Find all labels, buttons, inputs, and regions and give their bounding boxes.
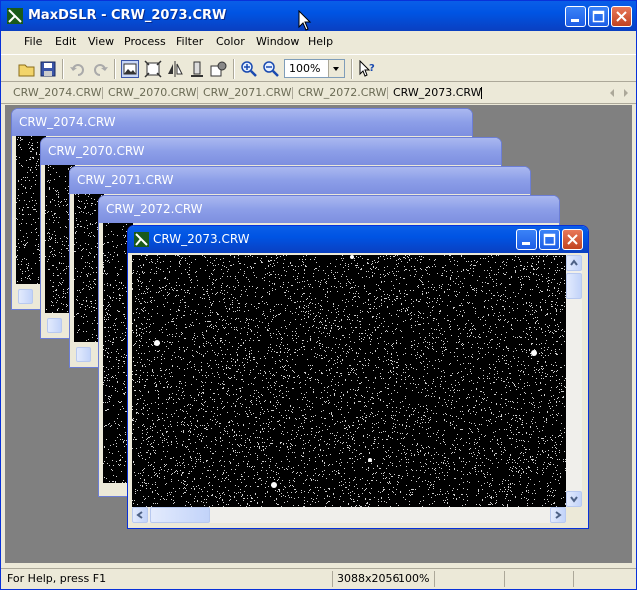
menu-color[interactable]: Color — [216, 35, 245, 48]
child-title-bar[interactable]: CRW_2074.CRW — [12, 109, 472, 136]
window-title: MaxDSLR - CRW_2073.CRW — [28, 8, 227, 23]
toolbar-separator — [351, 59, 353, 79]
star-field-image — [132, 255, 566, 507]
context-help-icon[interactable]: ? — [358, 60, 376, 78]
toolbar-separator — [62, 59, 64, 79]
title-bar[interactable]: MaxDSLR - CRW_2073.CRW — [1, 1, 636, 31]
mdi-client-area: CRW_2074.CRW CRW_2070.CRW CRW_2071.CRW C… — [5, 105, 632, 563]
zoom-out-icon[interactable] — [262, 60, 280, 78]
close-icon — [567, 234, 578, 245]
save-icon[interactable] — [39, 60, 57, 78]
tab-crw-2071[interactable]: CRW_2071.CRW — [203, 86, 292, 99]
child-title-bar[interactable]: CRW_2073.CRW — [128, 226, 588, 253]
minimize-icon — [522, 242, 530, 245]
status-zoom: 100% — [398, 572, 430, 585]
tab-crw-2072[interactable]: CRW_2072.CRW — [298, 86, 387, 99]
scroll-left-button[interactable] — [18, 289, 33, 304]
status-help-text: For Help, press F1 — [7, 572, 107, 585]
tab-divider — [292, 87, 293, 99]
scroll-left-button[interactable] — [47, 318, 62, 333]
scroll-down-button[interactable] — [566, 491, 582, 507]
child-title-bar[interactable]: CRW_2071.CRW — [70, 167, 530, 194]
close-button[interactable] — [611, 6, 632, 27]
toolbar: 100% ? — [1, 54, 636, 82]
chevron-right-icon — [555, 511, 562, 519]
tab-crw-2074[interactable]: CRW_2074.CRW — [13, 86, 102, 99]
chevron-up-icon — [570, 259, 578, 266]
zoom-select[interactable]: 100% — [284, 59, 345, 78]
status-bar: For Help, press F1 3088x2056 100% — [1, 568, 636, 589]
main-window: MaxDSLR - CRW_2073.CRW File Edit View Pr… — [0, 0, 637, 590]
scroll-right-button[interactable] — [550, 507, 566, 523]
status-separator — [434, 571, 435, 587]
maximize-button[interactable] — [588, 6, 609, 27]
tab-divider — [102, 87, 103, 99]
svg-text:?: ? — [369, 63, 375, 74]
tab-crw-2070[interactable]: CRW_2070.CRW — [108, 86, 197, 99]
redo-icon[interactable] — [91, 60, 109, 78]
zoom-value: 100% — [289, 62, 321, 75]
status-separator — [573, 571, 574, 587]
zoom-dropdown-button[interactable] — [328, 60, 344, 77]
menu-edit[interactable]: Edit — [55, 35, 76, 48]
scroll-left-button[interactable] — [132, 507, 148, 523]
menu-process[interactable]: Process — [124, 35, 166, 48]
horizontal-scroll-thumb[interactable] — [150, 507, 210, 523]
scroll-up-button[interactable] — [566, 255, 582, 271]
status-separator — [332, 571, 333, 587]
child-close-button[interactable] — [562, 229, 583, 250]
status-separator — [504, 571, 505, 587]
flip-icon[interactable] — [166, 60, 184, 78]
minimize-button[interactable] — [565, 6, 586, 27]
tab-divider — [481, 87, 482, 99]
vertical-scroll-thumb[interactable] — [566, 273, 582, 299]
menu-help[interactable]: Help — [308, 35, 333, 48]
menu-bar: File Edit View Process Filter Color Wind… — [1, 31, 636, 53]
vertical-scrollbar[interactable] — [566, 255, 582, 507]
size-grip[interactable] — [566, 507, 582, 523]
document-icon — [134, 232, 149, 247]
undo-icon[interactable] — [69, 60, 87, 78]
document-tab-bar: CRW_2074.CRW CRW_2070.CRW CRW_2071.CRW C… — [1, 83, 636, 104]
child-title-bar[interactable]: CRW_2072.CRW — [99, 196, 559, 223]
horizontal-scrollbar[interactable] — [132, 507, 566, 523]
tab-scroll-arrows-icon[interactable] — [608, 88, 632, 98]
toolbar-separator — [114, 59, 116, 79]
child-title-bar[interactable]: CRW_2070.CRW — [41, 138, 501, 165]
maxdslr-app-icon — [7, 8, 23, 24]
toolbar-separator — [233, 59, 235, 79]
child-window-title: CRW_2071.CRW — [77, 173, 174, 187]
child-window-title: CRW_2072.CRW — [106, 202, 203, 216]
image-view-icon[interactable] — [121, 60, 139, 78]
scroll-left-button[interactable] — [76, 347, 91, 362]
fit-icon[interactable] — [144, 60, 162, 78]
tab-divider — [387, 87, 388, 99]
zoom-in-icon[interactable] — [240, 60, 258, 78]
minimize-icon — [571, 19, 579, 22]
child-window-crw-2073[interactable]: CRW_2073.CRW — [127, 225, 589, 529]
child-window-title: CRW_2074.CRW — [19, 115, 116, 129]
open-icon[interactable] — [18, 60, 36, 78]
chevron-down-icon — [333, 67, 339, 71]
mouse-pointer-icon — [298, 10, 312, 31]
chevron-down-icon — [570, 496, 578, 503]
menu-window[interactable]: Window — [256, 35, 299, 48]
maximize-icon — [543, 233, 556, 246]
child-maximize-button[interactable] — [539, 229, 560, 250]
status-dimensions: 3088x2056 — [337, 572, 400, 585]
menu-file[interactable]: File — [24, 35, 42, 48]
chevron-left-icon — [136, 511, 143, 519]
child-window-title: CRW_2073.CRW — [153, 232, 250, 246]
menu-view[interactable]: View — [88, 35, 114, 48]
stack-icon[interactable] — [188, 60, 206, 78]
tab-divider — [197, 87, 198, 99]
menu-filter[interactable]: Filter — [176, 35, 203, 48]
maximize-icon — [592, 10, 605, 23]
close-icon — [616, 11, 627, 22]
child-window-title: CRW_2070.CRW — [48, 144, 145, 158]
tab-crw-2073[interactable]: CRW_2073.CRW — [393, 86, 482, 99]
child-minimize-button[interactable] — [516, 229, 537, 250]
settings-icon[interactable] — [210, 60, 228, 78]
